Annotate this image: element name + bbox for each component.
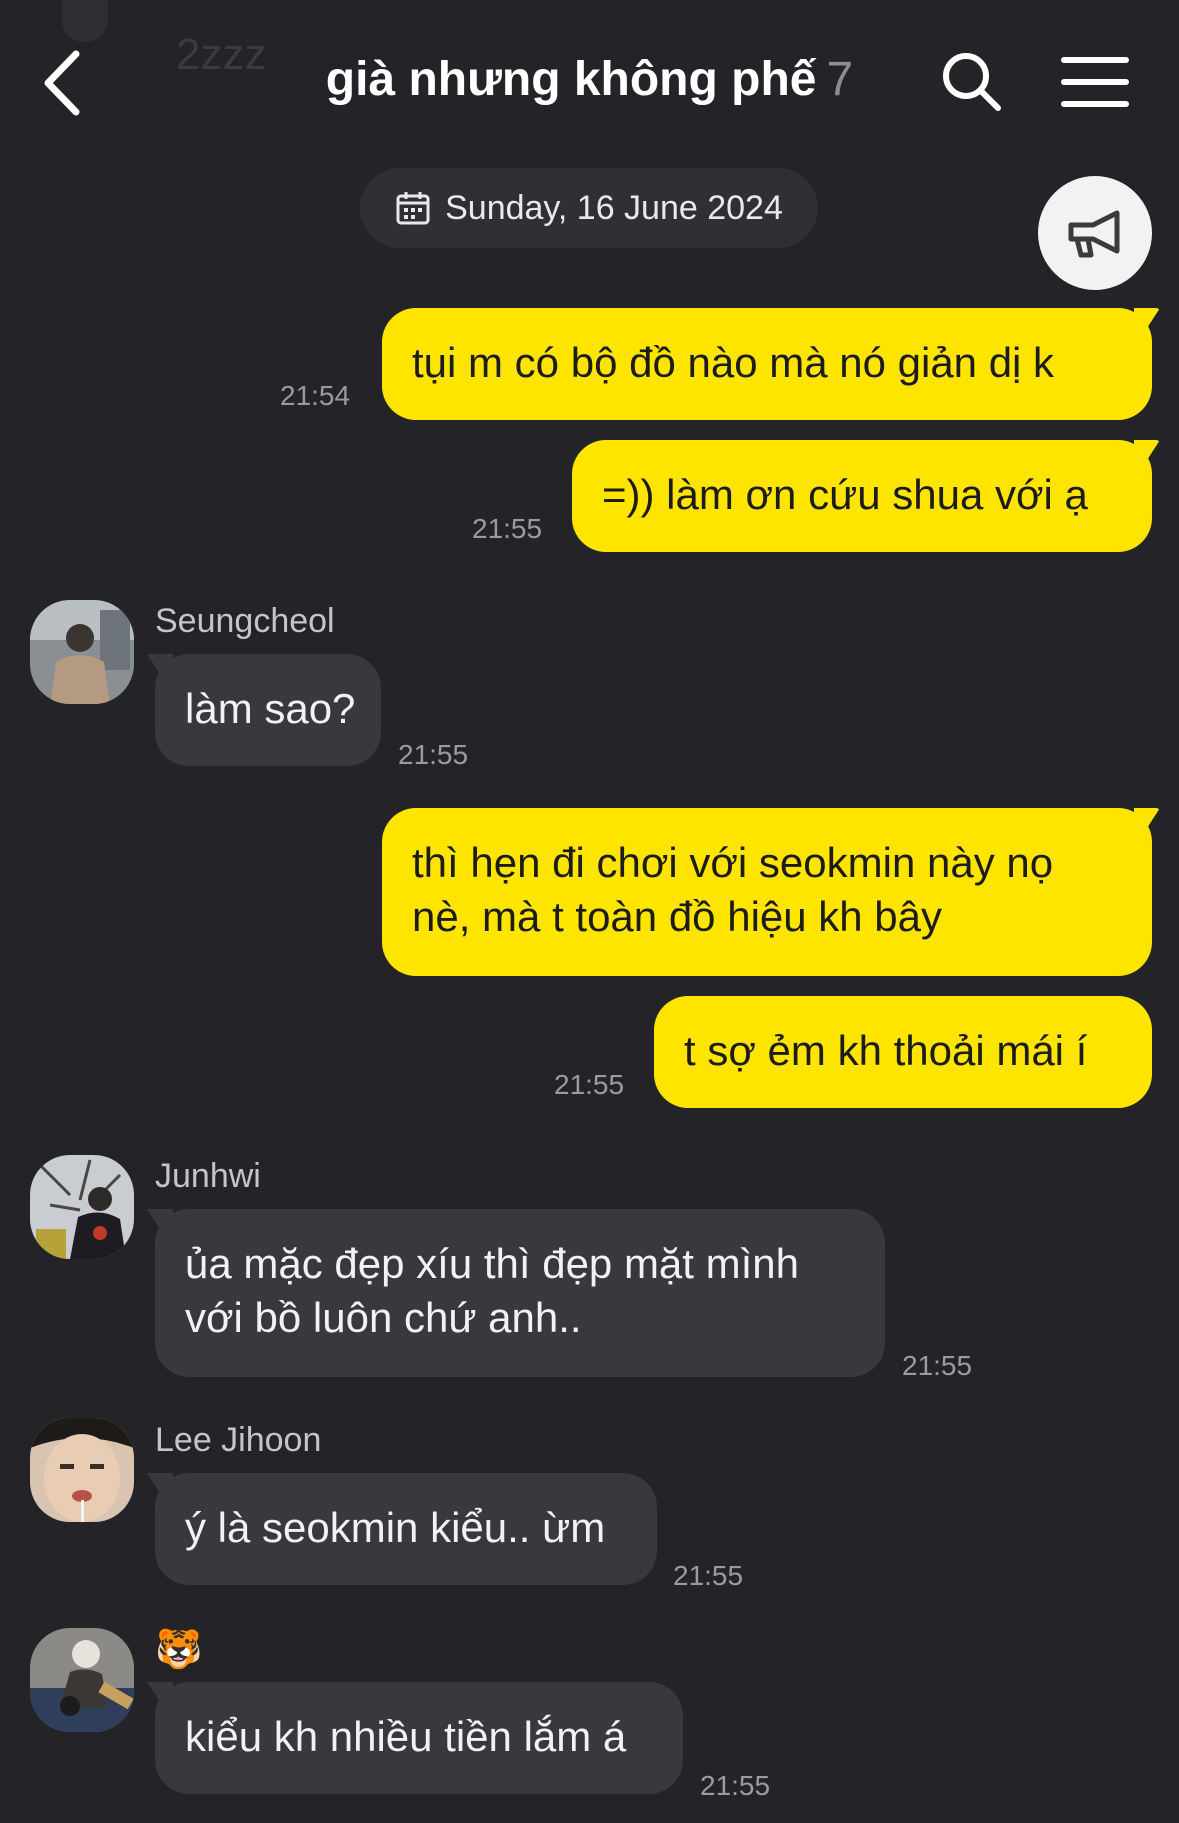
date-label: Sunday, 16 June 2024 — [445, 188, 783, 227]
my-message-bubble[interactable]: =)) làm ơn cứu shua với ạ — [572, 440, 1152, 552]
message-text: ý là seokmin kiểu.. ừm — [185, 1504, 606, 1551]
partial-avatar — [62, 0, 108, 42]
sender-name: Junhwi — [155, 1157, 261, 1195]
hamburger-menu-icon — [1061, 57, 1129, 107]
message-time: 21:55 — [673, 1560, 744, 1591]
message-time: 21:54 — [280, 380, 351, 411]
message-text-line: thì hẹn đi chơi với seokmin này nọ — [412, 839, 1054, 886]
message-text-line: ủa mặc đẹp xíu thì đẹp mặt mình — [185, 1240, 800, 1287]
sender-name: Lee Jihoon — [155, 1421, 322, 1459]
my-message-bubble[interactable]: tụi m có bộ đồ nào mà nó giản dị k — [382, 308, 1152, 420]
avatar[interactable] — [30, 1628, 134, 1732]
other-message-bubble[interactable]: ý là seokmin kiểu.. ừm — [155, 1473, 657, 1585]
message-time: 21:55 — [554, 1069, 625, 1100]
other-message-bubble[interactable]: làm sao? — [155, 654, 381, 766]
my-message-bubble[interactable]: thì hẹn đi chơi với seokmin này nọ nè, m… — [382, 808, 1152, 976]
my-message-bubble[interactable]: t sợ ẻm kh thoải mái í — [654, 996, 1152, 1108]
message-text-line: với bồ luôn chứ anh.. — [185, 1294, 582, 1341]
chat-screen: 2zzz già nhưng không phế 7 Sunday, 16 Ju… — [0, 0, 1179, 1823]
message-text: t sợ ẻm kh thoải mái í — [684, 1027, 1088, 1074]
chat-title-text: già nhưng không phế — [325, 53, 817, 106]
calendar-icon — [396, 192, 430, 225]
message-time: 21:55 — [472, 513, 543, 544]
other-message-bubble[interactable]: kiểu kh nhiều tiền lắm á — [155, 1682, 683, 1794]
megaphone-icon — [1068, 210, 1120, 258]
message-text: kiểu kh nhiều tiền lắm á — [185, 1713, 627, 1760]
message-text: =)) làm ơn cứu shua với ạ — [602, 471, 1088, 518]
other-message-bubble[interactable]: ủa mặc đẹp xíu thì đẹp mặt mình với bồ l… — [155, 1209, 885, 1377]
sender-name: Seungcheol — [155, 602, 335, 640]
message-text: tụi m có bộ đồ nào mà nó giản dị k — [412, 339, 1055, 386]
message-time: 21:55 — [700, 1770, 771, 1801]
message-text: làm sao? — [185, 685, 356, 732]
message-time: 21:55 — [902, 1350, 973, 1381]
date-separator: Sunday, 16 June 2024 — [360, 168, 818, 248]
announcement-button[interactable] — [1038, 176, 1152, 290]
avatar[interactable] — [30, 1155, 134, 1259]
message-time: 21:55 — [398, 739, 469, 770]
search-icon — [943, 53, 1001, 111]
sender-name: 🐯 — [155, 1629, 203, 1671]
search-button[interactable] — [940, 50, 1004, 114]
message-text-line: nè, mà t toàn đồ hiệu kh bây — [412, 893, 943, 940]
menu-button[interactable] — [1060, 54, 1130, 110]
avatar[interactable] — [30, 600, 134, 704]
chat-header: 2zzz già nhưng không phế 7 — [0, 0, 1179, 165]
member-count: 7 — [826, 53, 854, 106]
avatar[interactable] — [30, 1418, 134, 1522]
